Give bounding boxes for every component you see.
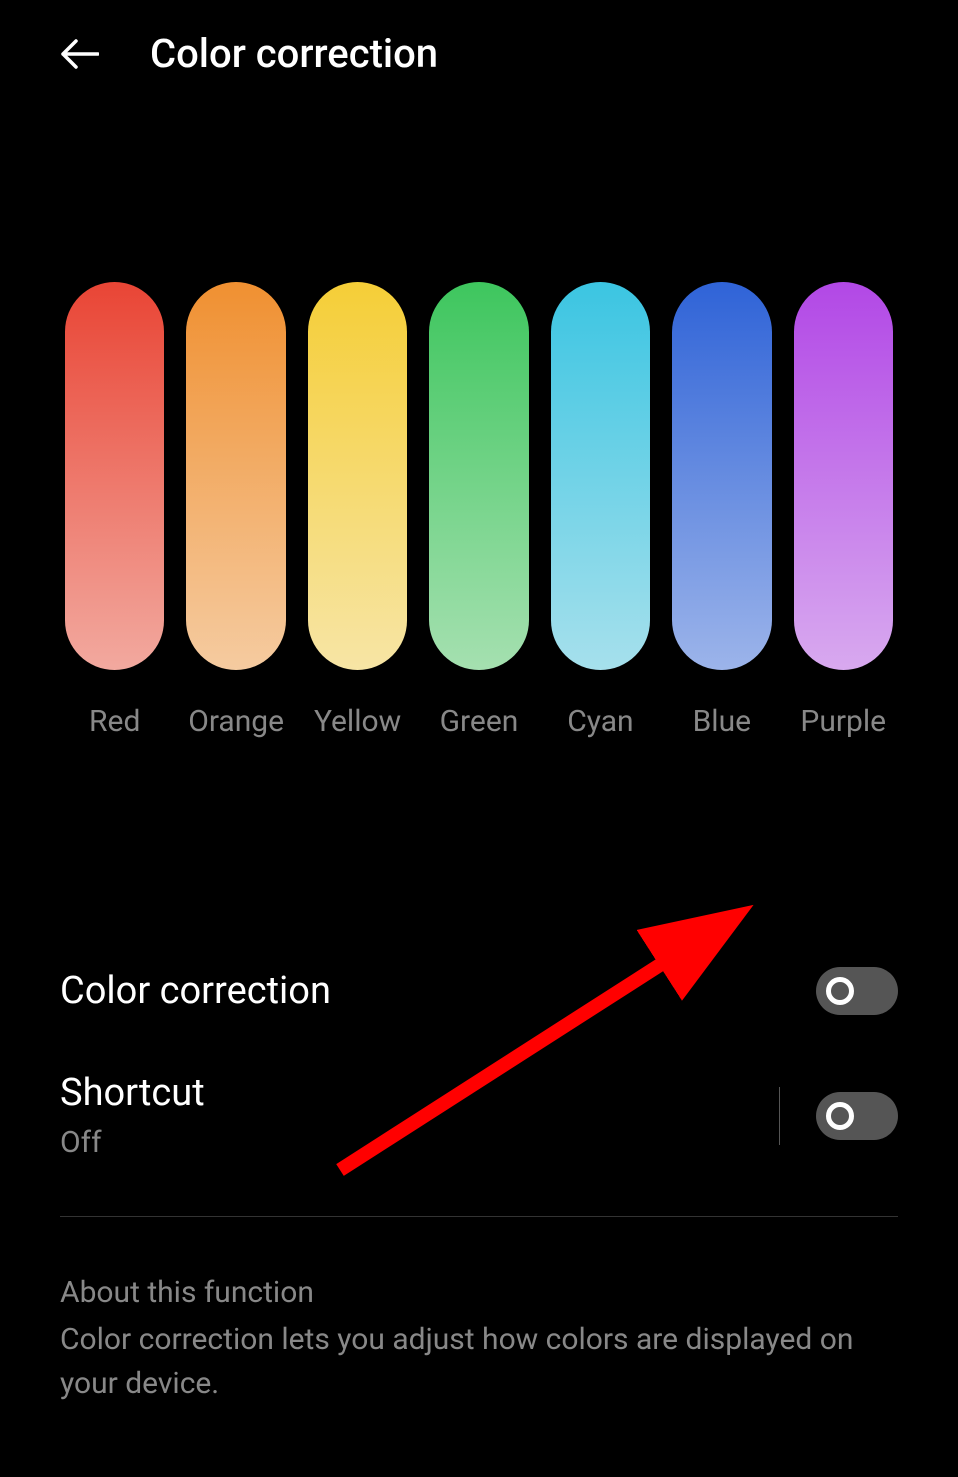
setting-row-color-correction[interactable]: Color correction bbox=[60, 939, 898, 1043]
header: Color correction bbox=[0, 0, 958, 107]
color-item-green: Green bbox=[429, 282, 528, 739]
toggle-thumb-icon bbox=[826, 1102, 854, 1130]
setting-title: Color correction bbox=[60, 969, 331, 1013]
info-body: Color correction lets you adjust how col… bbox=[60, 1318, 898, 1405]
settings-list: Color correction Shortcut Off bbox=[0, 739, 958, 1217]
color-label: Blue bbox=[693, 704, 751, 739]
color-bar-blue bbox=[672, 282, 771, 670]
color-preview: Red Orange Yellow Green Cyan Blue Purple bbox=[0, 107, 958, 739]
color-label: Red bbox=[89, 704, 140, 739]
color-label: Orange bbox=[188, 704, 284, 739]
color-item-red: Red bbox=[65, 282, 164, 739]
color-correction-toggle[interactable] bbox=[816, 967, 898, 1015]
color-bar-orange bbox=[186, 282, 285, 670]
info-title: About this function bbox=[60, 1275, 898, 1310]
color-label: Purple bbox=[800, 704, 886, 739]
vertical-divider bbox=[779, 1087, 780, 1145]
color-label: Cyan bbox=[567, 704, 633, 739]
color-bar-green bbox=[429, 282, 528, 670]
color-label: Yellow bbox=[314, 704, 401, 739]
color-bar-cyan bbox=[551, 282, 650, 670]
color-item-yellow: Yellow bbox=[308, 282, 407, 739]
setting-title: Shortcut bbox=[60, 1071, 205, 1115]
color-item-blue: Blue bbox=[672, 282, 771, 739]
color-item-orange: Orange bbox=[186, 282, 285, 739]
color-item-cyan: Cyan bbox=[551, 282, 650, 739]
setting-subtitle: Off bbox=[60, 1125, 205, 1160]
info-section: About this function Color correction let… bbox=[0, 1217, 958, 1405]
page-title: Color correction bbox=[150, 30, 438, 77]
arrow-left-icon bbox=[61, 39, 99, 69]
toggle-thumb-icon bbox=[826, 977, 854, 1005]
color-label: Green bbox=[440, 704, 519, 739]
color-bar-purple bbox=[794, 282, 893, 670]
setting-text: Shortcut Off bbox=[60, 1071, 205, 1160]
shortcut-toggle[interactable] bbox=[816, 1092, 898, 1140]
color-bar-red bbox=[65, 282, 164, 670]
color-bar-yellow bbox=[308, 282, 407, 670]
setting-text: Color correction bbox=[60, 969, 331, 1013]
color-item-purple: Purple bbox=[794, 282, 893, 739]
setting-row-shortcut[interactable]: Shortcut Off bbox=[60, 1043, 898, 1188]
shortcut-controls bbox=[779, 1087, 898, 1145]
back-button[interactable] bbox=[60, 34, 100, 74]
